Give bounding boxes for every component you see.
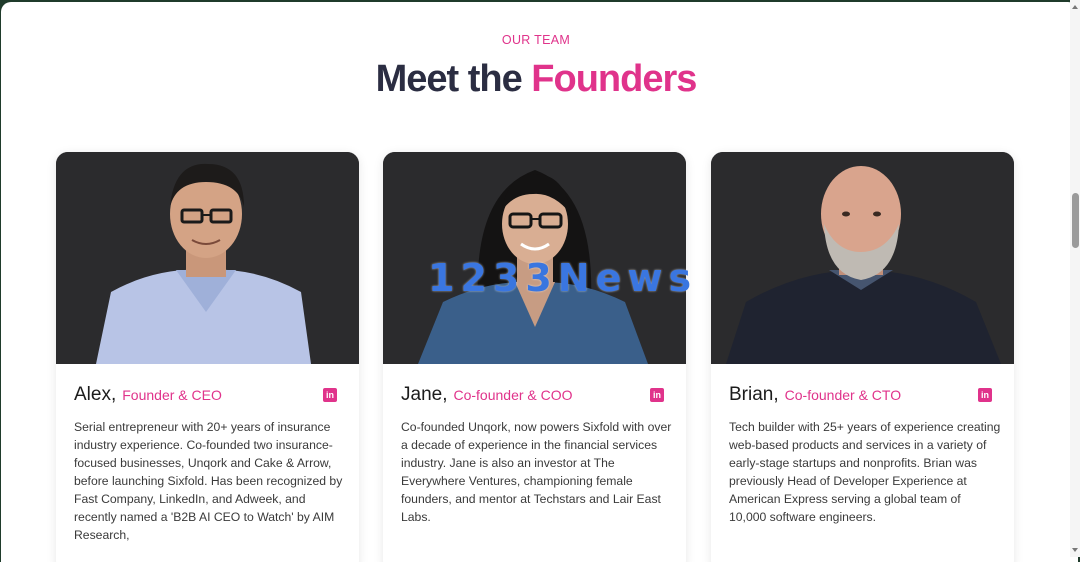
founder-role: Co-founder & COO	[453, 387, 573, 403]
founder-role: Co-founder & CTO	[784, 387, 902, 403]
founder-bio: Co-founded Unqork, now powers Sixfold wi…	[401, 420, 672, 524]
founder-card-jane: Jane, Co-founder & COO in Co-founded Unqo…	[383, 152, 686, 562]
browser-window: OUR TEAM Meet the Founders Alex, Founder…	[1, 2, 1078, 562]
founder-bio: Tech builder with 25+ years of experienc…	[729, 420, 1001, 524]
founder-card-alex: Alex, Founder & CEO in Serial entrepreneu…	[56, 152, 359, 562]
founder-photo-alex	[56, 152, 359, 364]
watermark-text: 1233News	[428, 256, 698, 300]
headline-plain: Meet the	[375, 58, 532, 100]
founder-name: Brian,	[729, 384, 779, 405]
scrollbar-thumb[interactable]	[1072, 193, 1079, 248]
scroll-up-icon[interactable]	[1072, 5, 1078, 9]
founder-name: Jane,	[401, 384, 448, 405]
founder-name-row: Alex, Founder & CEO in	[74, 384, 341, 408]
founder-role: Founder & CEO	[122, 387, 222, 403]
headline-accent: Founders	[531, 58, 697, 100]
founder-photo-brian	[711, 152, 1014, 364]
founder-name-row: Jane, Co-founder & COO in	[401, 384, 668, 408]
founder-card-brian: Brian, Co-founder & CTO in Tech builder w…	[711, 152, 1014, 562]
scrollbar[interactable]	[1070, 0, 1080, 557]
section-headline: Meet the Founders	[1, 58, 1071, 101]
scroll-down-icon[interactable]	[1072, 548, 1078, 552]
section-eyebrow: OUR TEAM	[501, 33, 571, 47]
linkedin-icon[interactable]: in	[978, 388, 992, 402]
linkedin-icon[interactable]: in	[650, 388, 664, 402]
founder-name: Alex,	[74, 384, 117, 405]
founder-name-row: Brian, Co-founder & CTO in	[729, 384, 996, 408]
linkedin-icon[interactable]: in	[323, 388, 337, 402]
founder-bio: Serial entrepreneur with 20+ years of in…	[74, 420, 343, 542]
